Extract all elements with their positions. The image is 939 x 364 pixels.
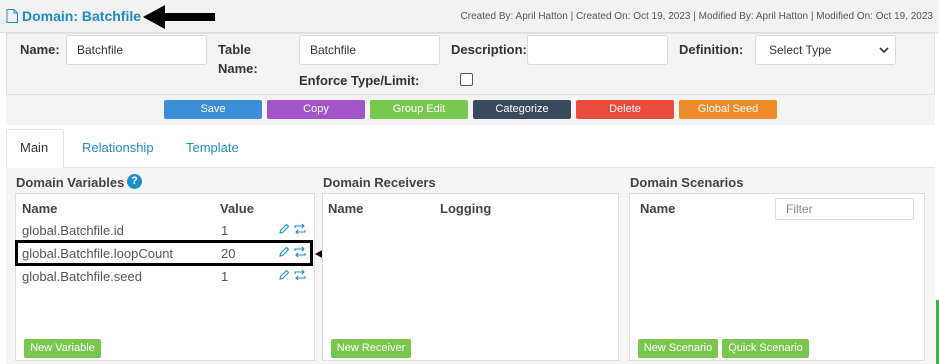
group-edit-button[interactable]: Group Edit <box>370 100 468 119</box>
variable-name: global.Batchfile.seed <box>22 269 142 284</box>
new-scenario-button[interactable]: New Scenario <box>638 339 718 358</box>
description-label: Description: <box>451 42 527 57</box>
quick-scenario-button[interactable]: Quick Scenario <box>722 339 809 358</box>
definition-selected-value: Select Type <box>769 43 832 57</box>
highlight-box <box>15 240 313 266</box>
swap-icon[interactable] <box>293 269 307 281</box>
receivers-col-name: Name <box>328 201 364 216</box>
receivers-panel <box>322 193 619 361</box>
receivers-col-logging: Logging <box>440 201 492 216</box>
audit-info: Created By: April Hatton | Created On: O… <box>460 11 933 22</box>
definition-label: Definition: <box>679 42 744 57</box>
description-input[interactable] <box>527 35 668 65</box>
tab-template[interactable]: Template <box>186 140 239 155</box>
delete-button[interactable]: Delete <box>576 100 674 119</box>
enforce-label: Enforce Type/Limit: <box>299 73 420 88</box>
table-name-label-2: Name: <box>218 61 258 76</box>
tab-main[interactable]: Main <box>20 140 48 155</box>
swap-icon[interactable] <box>293 223 307 235</box>
name-label: Name: <box>20 42 60 57</box>
save-button[interactable]: Save <box>164 100 262 119</box>
variables-col-name: Name <box>22 201 58 216</box>
variables-title: Domain Variables <box>16 175 125 190</box>
edit-pencil-icon[interactable] <box>278 269 290 281</box>
tabs: Main Relationship Template <box>6 128 935 168</box>
variable-value: 1 <box>221 223 229 238</box>
scenarios-title: Domain Scenarios <box>630 175 744 190</box>
scenarios-col-name: Name <box>640 201 676 216</box>
annotation-arrow-icon <box>143 5 215 29</box>
table-name-label: Table <box>218 42 251 57</box>
document-icon <box>6 9 18 23</box>
new-receiver-button[interactable]: New Receiver <box>331 339 411 358</box>
variables-col-value: Value <box>220 201 254 216</box>
page-title: Domain: Batchfile <box>22 8 142 24</box>
table-name-input[interactable]: Batchfile <box>299 35 440 65</box>
tab-relationship[interactable]: Relationship <box>82 140 154 155</box>
name-input[interactable]: Batchfile <box>66 35 207 65</box>
chevron-down-icon <box>879 47 889 54</box>
help-icon[interactable]: ? <box>127 174 142 189</box>
receivers-title: Domain Receivers <box>323 175 436 190</box>
enforce-checkbox[interactable] <box>460 73 473 86</box>
variable-name: global.Batchfile.id <box>22 223 124 238</box>
variable-value: 1 <box>221 269 229 284</box>
categorize-button[interactable]: Categorize <box>473 100 571 119</box>
global-seed-button[interactable]: Global Seed <box>679 100 777 119</box>
new-variable-button[interactable]: New Variable <box>24 339 101 358</box>
definition-select[interactable]: Select Type <box>755 35 896 65</box>
scenarios-filter-input[interactable]: Filter <box>775 198 914 220</box>
copy-button[interactable]: Copy <box>267 100 365 119</box>
edit-pencil-icon[interactable] <box>278 223 290 235</box>
action-toolbar: Save Copy Group Edit Categorize Delete G… <box>6 95 935 125</box>
